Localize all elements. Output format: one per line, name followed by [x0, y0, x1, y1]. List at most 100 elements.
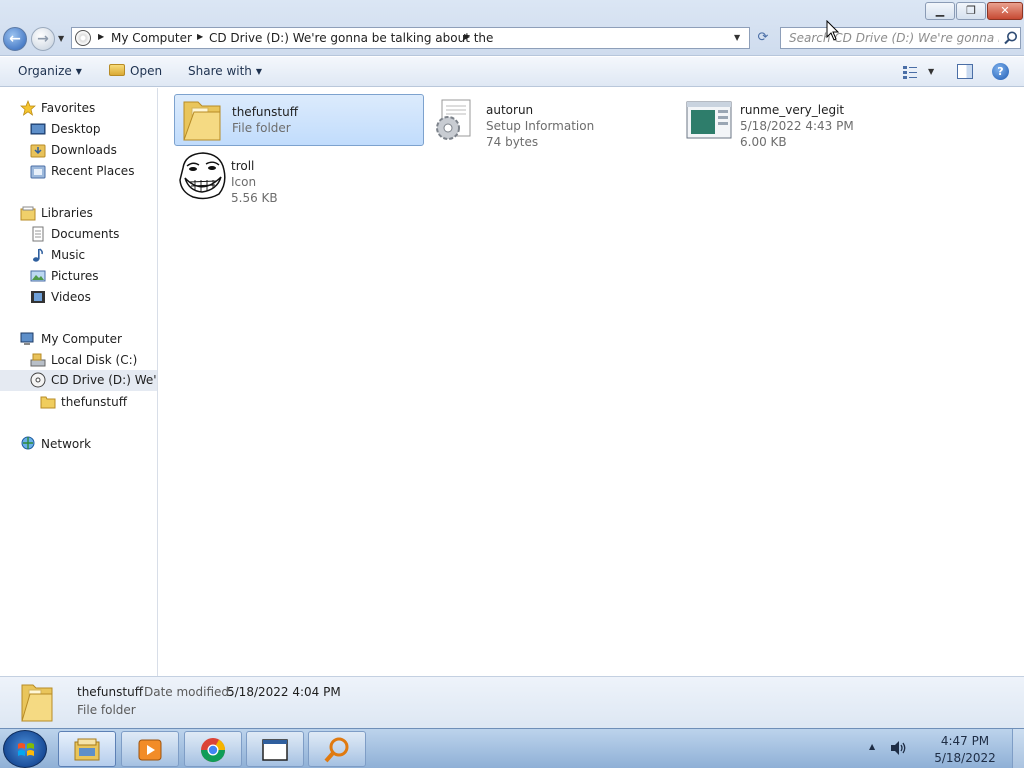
star-icon	[20, 100, 36, 116]
preview-pane-icon[interactable]	[957, 64, 973, 79]
nav-label: Network	[41, 437, 92, 451]
forward-button[interactable]: →	[31, 27, 55, 51]
nav-pictures[interactable]: Pictures	[30, 266, 150, 286]
chrome-icon	[201, 738, 225, 763]
title-bar: ▁ ❐ ✕ ← → ▼ ▶ My Computer ▶ CD Drive (D:…	[0, 0, 1024, 56]
clock-date[interactable]: 5/18/2022	[930, 751, 1000, 765]
show-desktop-button[interactable]	[1012, 729, 1024, 768]
nav-music[interactable]: Music	[30, 245, 150, 265]
nav-network[interactable]: Network	[20, 434, 150, 454]
file-type: File folder	[232, 121, 291, 135]
nav-label: Documents	[51, 227, 120, 241]
network-icon	[21, 436, 35, 450]
nav-label: My Computer	[41, 332, 122, 346]
file-name: autorun	[486, 103, 534, 117]
chevron-down-icon: ▼	[75, 67, 82, 76]
desktop-icon	[30, 123, 46, 135]
search-magnifier-icon	[324, 737, 349, 763]
restore-button[interactable]: ❐	[956, 2, 986, 20]
nav-videos[interactable]: Videos	[30, 287, 150, 307]
minimize-button[interactable]: ▁	[925, 2, 955, 20]
file-size: 6.00 KB	[740, 135, 787, 149]
nav-libraries[interactable]: Libraries	[20, 203, 150, 223]
nav-label: Videos	[51, 290, 91, 304]
search-placeholder: Search CD Drive (D:) We're gonna be ...	[789, 31, 999, 45]
address-bar[interactable]: ▶ My Computer ▶ CD Drive (D:) We're gonn…	[71, 27, 750, 49]
organize-label: Organize	[18, 64, 72, 78]
file-item-thefunstuff[interactable]: thefunstuff File folder	[174, 94, 424, 146]
nav-favorites[interactable]: Favorites	[20, 98, 150, 118]
nav-label: Pictures	[51, 269, 99, 283]
taskbar-file-explorer[interactable]	[58, 731, 116, 767]
recent-places-icon	[30, 165, 46, 179]
file-size: 74 bytes	[486, 135, 539, 149]
nav-label: thefunstuff	[61, 395, 127, 409]
nav-my-computer[interactable]: My Computer	[20, 329, 150, 349]
volume-icon[interactable]	[890, 740, 908, 756]
back-button[interactable]: ←	[3, 27, 27, 51]
nav-label: Favorites	[41, 101, 96, 115]
details-item-name: thefunstuff	[77, 685, 143, 699]
share-with-button[interactable]: Share with ▼	[188, 64, 262, 78]
nav-desktop[interactable]: Desktop	[30, 119, 150, 139]
change-view-icon[interactable]	[903, 65, 917, 79]
libraries-icon	[20, 206, 36, 221]
help-icon[interactable]: ?	[992, 63, 1009, 80]
address-history-dropdown[interactable]: ▼	[734, 33, 740, 42]
command-bar: Organize ▼ Open Share with ▼	[0, 57, 1024, 87]
open-button[interactable]: Open	[109, 64, 162, 78]
restore-icon: ❐	[966, 4, 976, 17]
nav-cd-drive[interactable]: CD Drive (D:) We're gonna be talking abo…	[0, 370, 157, 391]
breadcrumb-separator[interactable]: ▶	[464, 32, 470, 41]
file-name: runme_very_legit	[740, 103, 845, 117]
cd-drive-icon	[30, 372, 46, 388]
start-button[interactable]	[3, 730, 47, 768]
back-arrow-icon: ←	[9, 31, 21, 47]
breadcrumb-separator[interactable]: ▶	[98, 32, 104, 41]
troll-face-icon	[179, 152, 226, 200]
open-label: Open	[130, 64, 163, 78]
folder-icon	[183, 101, 221, 141]
music-note-icon	[33, 248, 43, 262]
refresh-button[interactable]: ⟳	[752, 28, 774, 48]
breadcrumb-my-computer[interactable]: My Computer	[111, 31, 192, 45]
close-button[interactable]: ✕	[987, 2, 1023, 20]
file-item-autorun[interactable]: autorun Setup Information 74 bytes	[429, 94, 679, 149]
nav-local-disk[interactable]: Local Disk (C:)	[30, 350, 150, 370]
nav-label: Libraries	[41, 206, 93, 220]
close-icon: ✕	[1000, 4, 1010, 17]
file-item-runme-very-legit[interactable]: runme_very_legit 5/18/2022 4:43 PM 6.00 …	[683, 94, 933, 149]
nav-label: Local Disk (C:)	[51, 353, 138, 367]
nav-documents[interactable]: Documents	[30, 224, 150, 244]
window-app-icon	[262, 739, 288, 761]
mouse-cursor-icon	[826, 20, 840, 41]
nav-downloads[interactable]: Downloads	[30, 140, 150, 160]
breadcrumb-separator[interactable]: ▶	[197, 32, 203, 41]
minimize-icon: ▁	[935, 4, 945, 17]
nav-recent-places[interactable]: Recent Places	[30, 161, 150, 181]
recent-pages-dropdown[interactable]: ▼	[58, 34, 64, 43]
windows-logo-icon	[18, 743, 34, 756]
open-folder-icon	[109, 64, 125, 76]
file-name: troll	[231, 159, 255, 173]
details-pane: thefunstuff Date modified: 5/18/2022 4:0…	[0, 676, 1024, 728]
taskbar-media-player[interactable]	[121, 731, 179, 767]
view-options-dropdown[interactable]: ▼	[928, 67, 934, 76]
media-player-icon	[138, 739, 162, 761]
search-input[interactable]: Search CD Drive (D:) We're gonna be ...	[780, 27, 1021, 49]
file-type: Icon	[231, 175, 257, 189]
navigation-pane: Favorites Desktop Downloads Recent Place…	[0, 88, 158, 676]
clock-time[interactable]: 4:47 PM	[930, 734, 1000, 748]
taskbar-chrome[interactable]	[184, 731, 242, 767]
computer-icon	[20, 332, 34, 345]
taskbar-search-app[interactable]	[308, 731, 366, 767]
details-item-type: File folder	[77, 703, 136, 717]
nav-thefunstuff[interactable]: thefunstuff	[40, 392, 150, 412]
taskbar-window-app[interactable]	[246, 731, 304, 767]
organize-button[interactable]: Organize ▼	[18, 64, 82, 78]
show-hidden-icons-button[interactable]: ▲	[869, 742, 875, 751]
setup-info-icon	[436, 99, 471, 140]
search-icon[interactable]	[1003, 30, 1019, 46]
file-item-troll[interactable]: troll Icon 5.56 KB	[174, 150, 424, 205]
breadcrumb-cd-drive[interactable]: CD Drive (D:) We're gonna be talking abo…	[209, 31, 493, 45]
